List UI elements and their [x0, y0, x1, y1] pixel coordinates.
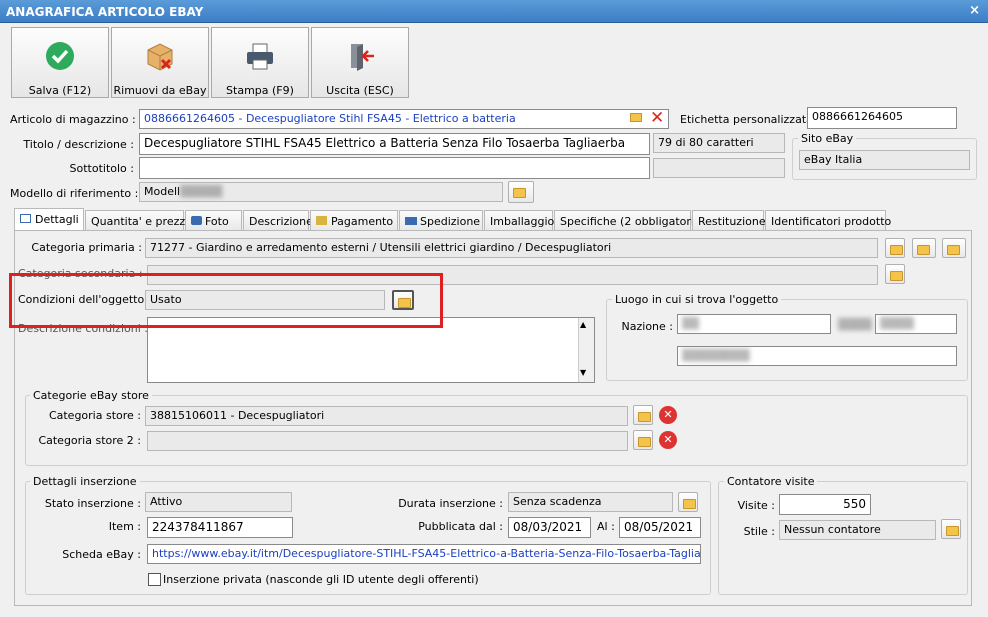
style-label: Stile : — [743, 525, 775, 538]
location-group-title: Luogo in cui si trova l'oggetto — [612, 293, 782, 306]
location-group — [606, 299, 968, 381]
title-field[interactable]: Decespugliatore STIHL FSA45 Elettrico a … — [139, 133, 650, 155]
char-count: 79 di 80 caratteri — [653, 133, 785, 153]
money-icon — [316, 216, 327, 225]
delete-icon[interactable]: ✕ — [659, 431, 677, 449]
folder-icon[interactable] — [633, 405, 653, 425]
city-field[interactable]: ▒▒▒▒▒▒▒▒ — [677, 346, 957, 366]
tab-shipping-label: Spedizione — [420, 215, 481, 228]
primary-category-field[interactable]: 71277 - Giardino e arredamento esterni /… — [145, 238, 878, 258]
store-category-label: Categoria store : — [48, 409, 141, 422]
folder-icon[interactable] — [941, 519, 961, 539]
folder-icon[interactable] — [633, 430, 653, 450]
tab-packaging[interactable]: Imballaggio — [484, 210, 554, 231]
published-from-field[interactable]: 08/03/2021 — [508, 517, 591, 538]
tab-shipping[interactable]: Spedizione — [399, 210, 483, 231]
exit-label: Uscita (ESC) — [326, 84, 394, 97]
highlight-box — [9, 273, 443, 328]
folder-icon[interactable] — [678, 492, 698, 512]
subtitle-field[interactable] — [139, 157, 650, 179]
tab-payment-label: Pagamento — [331, 215, 394, 228]
store-group-title: Categorie eBay store — [30, 389, 152, 402]
print-button[interactable]: Stampa (F9) — [211, 27, 309, 98]
custom-label-label: Etichetta personalizzata : — [680, 113, 821, 126]
article-field[interactable]: 0886661264605 - Decespugliatore Stihl FS… — [139, 109, 669, 129]
folder-icon[interactable] — [885, 264, 905, 284]
counter-group-title: Contatore visite — [724, 475, 818, 488]
exit-button[interactable]: Uscita (ESC) — [311, 27, 409, 98]
scroll-down-icon[interactable]: ▼ — [580, 368, 586, 377]
article-label: Articolo di magazzino : — [10, 113, 136, 126]
status-label: Stato inserzione : — [44, 497, 141, 510]
printer-icon — [247, 43, 273, 70]
store-category-2-label: Categoria store 2 : — [38, 434, 141, 447]
print-label: Stampa (F9) — [226, 84, 294, 97]
private-listing-checkbox[interactable] — [148, 573, 161, 586]
model-label: Modello di riferimento : — [10, 187, 139, 200]
title-label: Titolo / descrizione : — [23, 138, 134, 151]
tab-identifiers[interactable]: Identificatori prodotto — [765, 210, 891, 231]
search-button[interactable] — [508, 181, 534, 203]
style-field[interactable]: Nessun contatore — [779, 520, 936, 540]
delete-icon[interactable]: ✕ — [659, 406, 677, 424]
province-field[interactable]: ▒▒▒▒ — [875, 314, 957, 334]
item-label: Item : — [108, 520, 141, 533]
box-delete-icon — [147, 43, 173, 71]
model-value: Modell — [144, 185, 181, 198]
store-category-2-field[interactable] — [147, 431, 628, 451]
web-icon[interactable] — [942, 238, 966, 258]
zip-value: ▒▒▒▒ — [838, 318, 872, 331]
primary-category-label: Categoria primaria : — [31, 241, 142, 254]
tab-photos[interactable]: Foto — [185, 210, 242, 231]
duration-label: Durata inserzione : — [398, 497, 503, 510]
nation-field[interactable]: ▒▒ — [677, 314, 831, 334]
subtitle-count — [653, 158, 785, 178]
ebay-page-label: Scheda eBay : — [62, 548, 141, 561]
status-field: Attivo — [145, 492, 292, 512]
item-field[interactable]: 224378411867 — [147, 517, 293, 538]
ebay-page-link[interactable]: https://www.ebay.it/itm/Decespugliatore-… — [147, 544, 701, 564]
published-label: Pubblicata dal : — [418, 520, 503, 533]
checkmark-icon — [46, 42, 74, 70]
visits-label: Visite : — [737, 499, 775, 512]
table-icon — [20, 214, 31, 223]
save-button[interactable]: Salva (F12) — [11, 27, 109, 98]
nation-label: Nazione : — [621, 320, 673, 333]
truck-icon — [405, 217, 417, 225]
tab-returns[interactable]: Restituzione — [692, 210, 766, 231]
tab-details-label: Dettagli — [35, 213, 79, 226]
remove-from-ebay-button[interactable]: Rimuovi da eBay — [111, 27, 209, 98]
clear-icon[interactable]: ✕ — [650, 108, 664, 128]
save-label: Salva (F12) — [28, 84, 92, 97]
listing-group-title: Dettagli inserzione — [30, 475, 140, 488]
scroll-up-icon[interactable]: ▲ — [580, 320, 586, 329]
to-label: Al : — [597, 520, 615, 533]
folder-icon[interactable] — [630, 113, 642, 122]
tab-specifics[interactable]: Specifiche (2 obbligatorie) — [554, 210, 705, 231]
published-to-field[interactable]: 08/05/2021 — [619, 517, 701, 538]
model-field[interactable]: Modell▒▒▒▒▒ — [139, 182, 503, 202]
private-listing-label: Inserzione privata (nasconde gli ID uten… — [163, 573, 479, 586]
search-icon[interactable] — [912, 238, 936, 258]
custom-label-field[interactable]: 0886661264605 — [807, 107, 957, 129]
remove-label: Rimuovi da eBay — [113, 84, 207, 97]
visits-field[interactable]: 550 — [779, 494, 871, 515]
tab-details[interactable]: Dettagli — [14, 208, 84, 232]
store-category-field[interactable]: 38815106011 - Decespugliatori — [145, 406, 628, 426]
camera-icon — [191, 216, 202, 225]
tab-payment[interactable]: Pagamento — [310, 210, 398, 231]
site-field: eBay Italia — [799, 150, 970, 170]
exit-door-icon — [351, 44, 374, 71]
duration-field: Senza scadenza — [508, 492, 673, 512]
tab-quantity[interactable]: Quantita' e prezzo — [85, 210, 192, 231]
folder-icon[interactable] — [885, 238, 905, 258]
subtitle-label: Sottotitolo : — [69, 162, 134, 175]
window-title: ANAGRAFICA ARTICOLO EBAY — [0, 0, 988, 23]
site-group-title: Sito eBay — [798, 132, 857, 145]
tab-photos-label: Foto — [205, 215, 229, 228]
close-icon[interactable]: × — [969, 3, 980, 18]
tab-description[interactable]: Descrizione — [243, 210, 313, 231]
